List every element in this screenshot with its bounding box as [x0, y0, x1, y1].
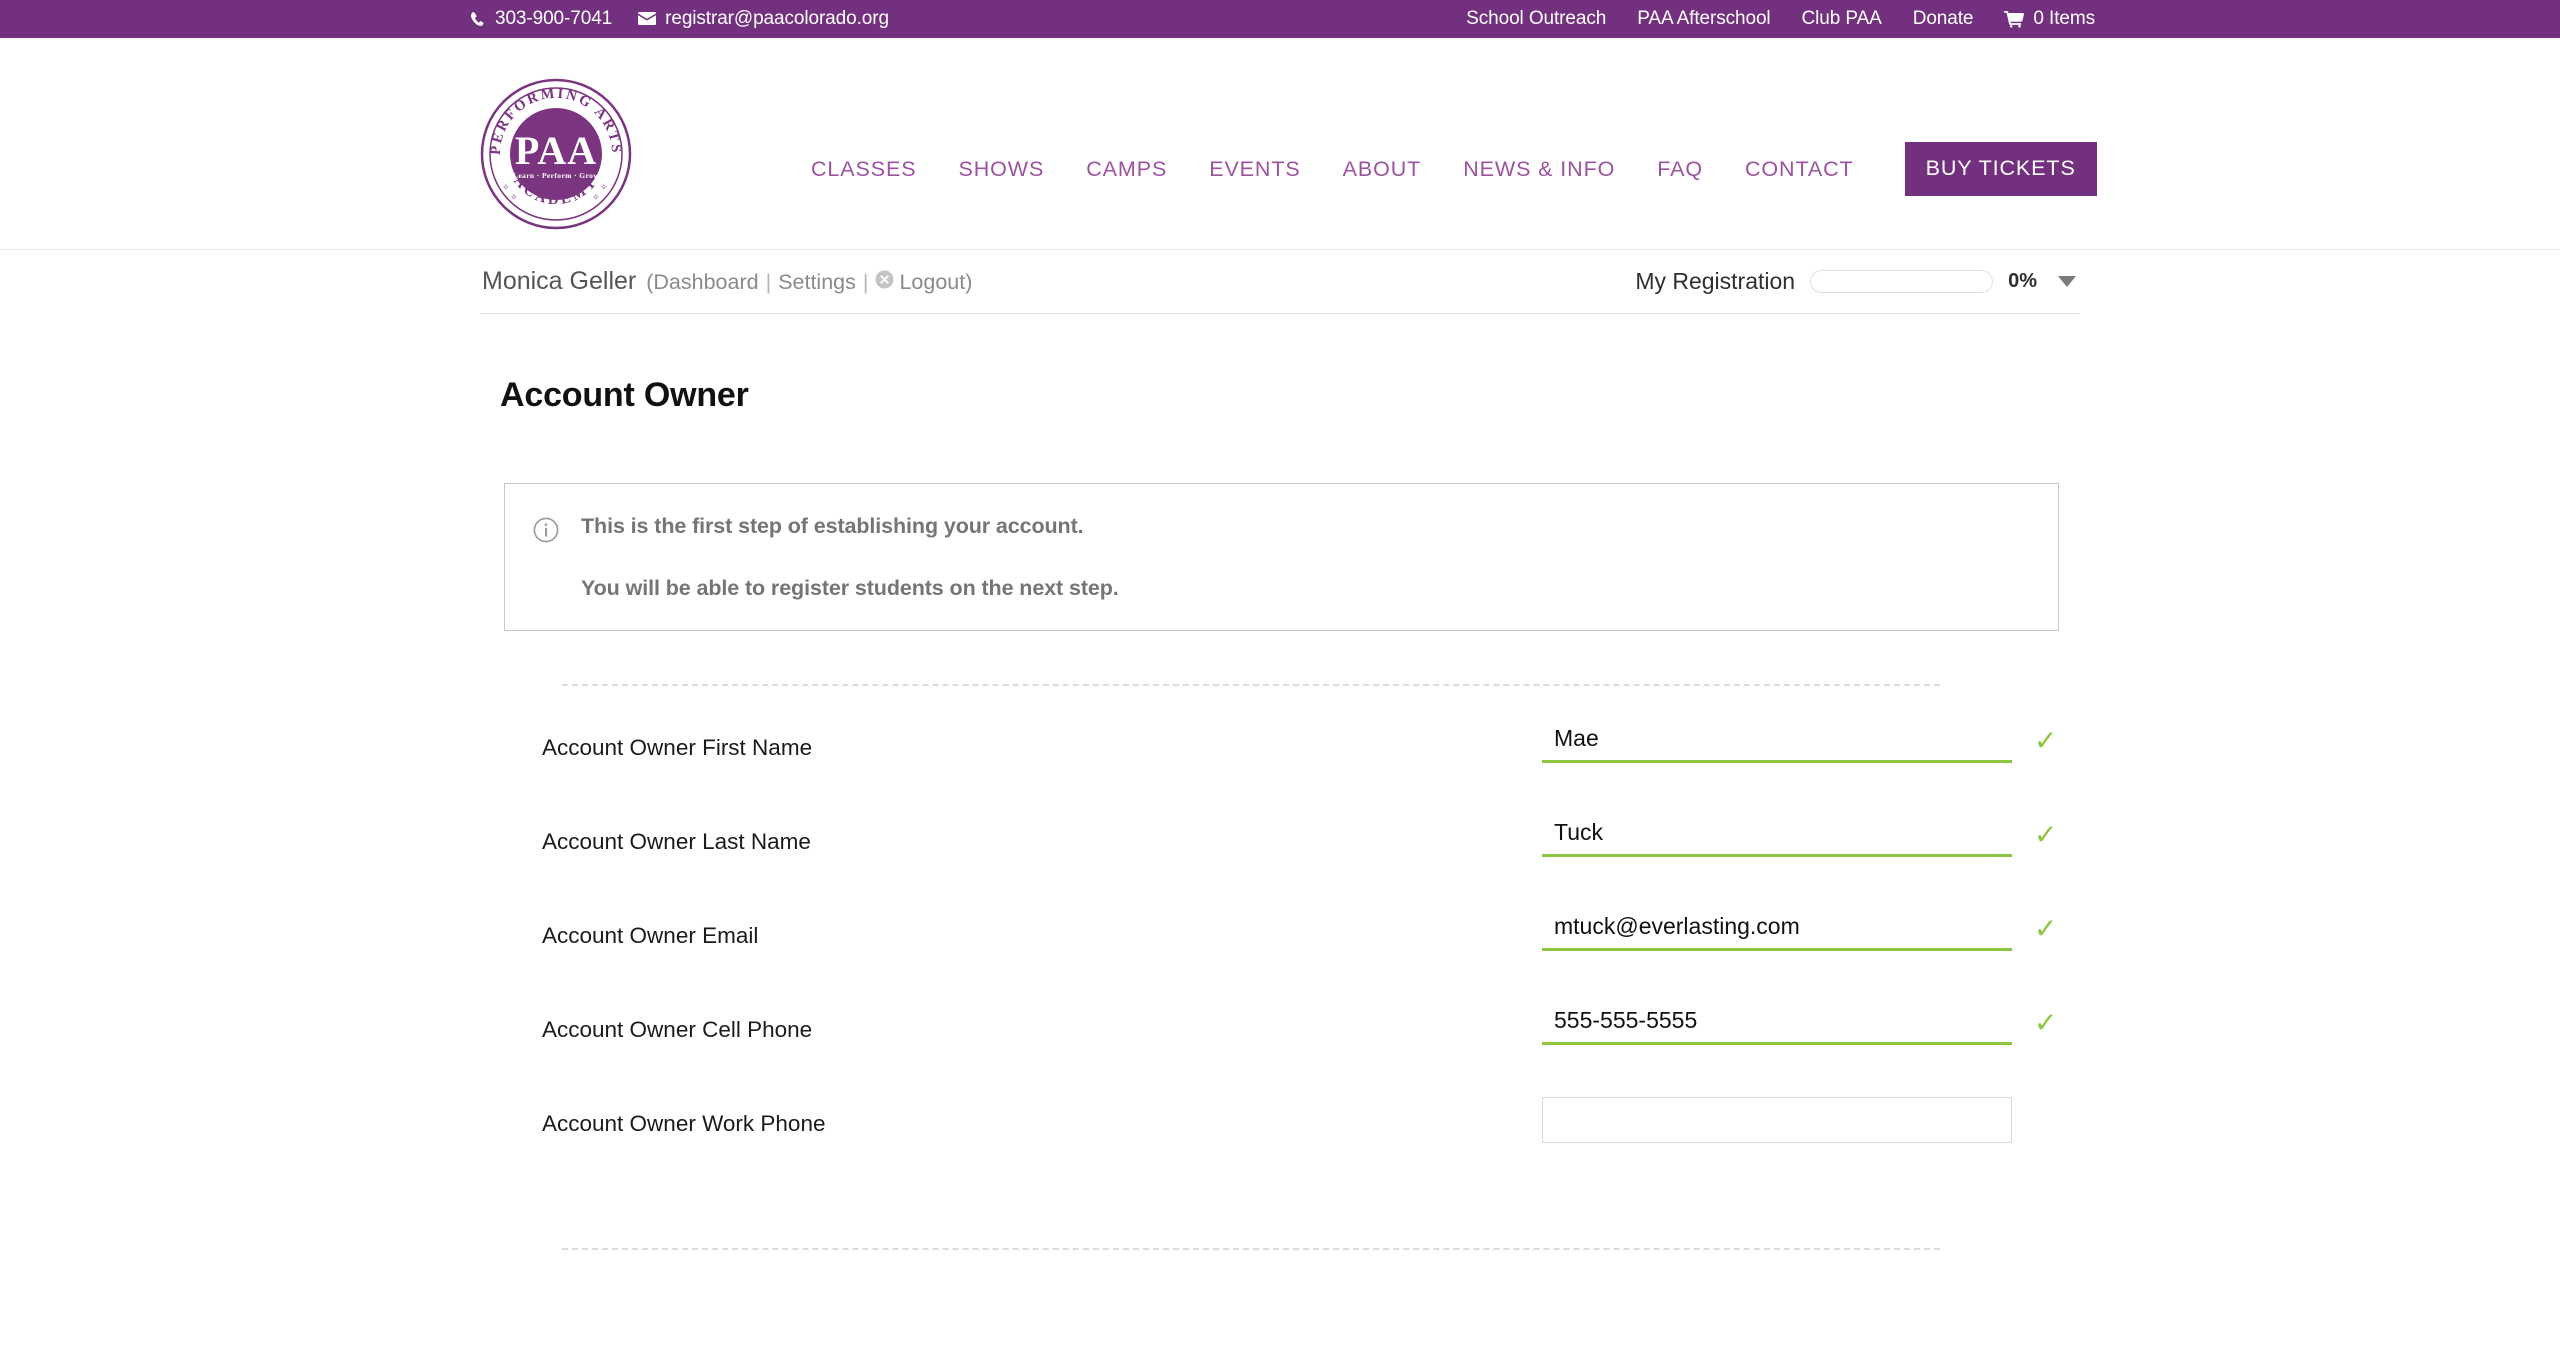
- nav-item-about[interactable]: ABOUT: [1322, 157, 1443, 182]
- user-account-links: (Dashboard | Settings | Logout): [646, 270, 972, 295]
- user-bar: Monica Geller (Dashboard | Settings | Logout…: [480, 250, 2080, 314]
- svg-text:PAA: PAA: [515, 128, 597, 173]
- label-account-owner-email: Account Owner Email: [542, 923, 759, 948]
- user-name: Monica Geller: [482, 267, 637, 295]
- info-message-line-1: This is the first step of establishing y…: [581, 514, 1084, 538]
- phone-number: 303-900-7041: [495, 8, 613, 29]
- buy-tickets-button[interactable]: BUY TICKETS: [1904, 142, 2097, 196]
- close-paren: ): [965, 270, 973, 294]
- user-identity-group: Monica Geller (Dashboard | Settings | Logout…: [482, 267, 972, 296]
- topbar-link-paa-afterschool[interactable]: PAA Afterschool: [1637, 8, 1770, 30]
- svg-text:✧: ✧: [600, 182, 608, 192]
- nav-item-classes[interactable]: CLASSES: [790, 157, 938, 182]
- main-content-container: Account Owner This is the first step of …: [0, 314, 2560, 1250]
- logout-link[interactable]: Logout: [899, 270, 965, 295]
- topbar-link-school-outreach[interactable]: School Outreach: [1466, 8, 1606, 30]
- input-account-owner-email[interactable]: [1542, 909, 2012, 951]
- topbar-links-group: School Outreach PAA Afterschool Club PAA…: [1466, 8, 2095, 30]
- label-account-owner-cell-phone: Account Owner Cell Phone: [542, 1017, 813, 1042]
- page-title: Account Owner: [500, 376, 749, 414]
- svg-text:✧: ✧: [592, 192, 600, 202]
- svg-text:✧: ✧: [510, 192, 518, 202]
- topbar-contact-group: 303-900-7041 registrar@paacolorado.org: [470, 8, 889, 30]
- site-logo[interactable]: PERFORMING ARTS ACADEMY PAA Learn · Perf…: [480, 78, 632, 230]
- nav-item-contact[interactable]: CONTACT: [1724, 157, 1875, 182]
- nav-item-shows[interactable]: SHOWS: [938, 157, 1066, 182]
- main-content: Account Owner This is the first step of …: [480, 314, 2080, 1250]
- control-account-owner-email: ✓: [1542, 909, 2057, 951]
- form-row-email: Account Owner Email ✓: [482, 909, 2080, 1003]
- info-message-lines: This is the first step of establishing y…: [581, 514, 1119, 601]
- control-account-owner-cell-phone: ✓: [1542, 1003, 2057, 1045]
- registration-progress-group: My Registration 0%: [1635, 268, 2076, 295]
- phone-link[interactable]: 303-900-7041: [470, 8, 612, 30]
- info-message-line-2: You will be able to register students on…: [581, 576, 1119, 600]
- nav-item-events[interactable]: EVENTS: [1188, 157, 1321, 182]
- paa-logo-icon: PERFORMING ARTS ACADEMY PAA Learn · Perf…: [480, 78, 632, 230]
- label-account-owner-first-name: Account Owner First Name: [542, 735, 813, 760]
- check-icon: ✓: [2034, 725, 2058, 756]
- label-account-owner-work-phone: Account Owner Work Phone: [542, 1111, 826, 1136]
- input-account-owner-cell-phone[interactable]: [1542, 1003, 2012, 1045]
- user-bar-container: Monica Geller (Dashboard | Settings | Logout…: [0, 250, 2560, 314]
- email-link[interactable]: registrar@paacolorado.org: [638, 8, 889, 30]
- topbar-link-donate[interactable]: Donate: [1913, 8, 1974, 30]
- control-account-owner-work-phone: [1542, 1097, 2012, 1143]
- info-message-box: This is the first step of establishing y…: [504, 483, 2059, 631]
- cart-icon: [2004, 10, 2025, 28]
- topbar-link-label: School Outreach: [1466, 8, 1607, 29]
- chevron-down-icon[interactable]: [2058, 276, 2076, 287]
- section-divider-top: [562, 684, 1940, 686]
- input-account-owner-first-name[interactable]: [1542, 721, 2012, 763]
- nav-item-camps[interactable]: CAMPS: [1065, 157, 1188, 182]
- topbar-link-club-paa[interactable]: Club PAA: [1802, 8, 1882, 30]
- topbar-link-label: PAA Afterschool: [1637, 8, 1771, 29]
- nav-item-faq[interactable]: FAQ: [1636, 157, 1724, 182]
- form-row-last-name: Account Owner Last Name ✓: [482, 815, 2080, 909]
- svg-text:Learn · Perform · Grow: Learn · Perform · Grow: [513, 171, 599, 180]
- check-icon: ✓: [2034, 1007, 2058, 1038]
- input-account-owner-work-phone[interactable]: [1542, 1097, 2012, 1143]
- info-circle-icon: [533, 517, 559, 548]
- phone-icon: [470, 11, 486, 27]
- site-header: PERFORMING ARTS ACADEMY PAA Learn · Perf…: [0, 38, 2560, 250]
- check-icon: ✓: [2034, 819, 2058, 850]
- link-separator: |: [765, 270, 772, 294]
- dashboard-link[interactable]: Dashboard: [653, 270, 758, 295]
- main-navigation: CLASSES SHOWS CAMPS EVENTS ABOUT NEWS & …: [790, 142, 2097, 196]
- top-utility-bar: 303-900-7041 registrar@paacolorado.org S…: [0, 0, 2560, 38]
- logout-circle-icon: [875, 270, 894, 295]
- control-account-owner-last-name: ✓: [1542, 815, 2057, 857]
- topbar-link-label: Club PAA: [1801, 8, 1882, 29]
- form-row-first-name: Account Owner First Name ✓: [482, 721, 2080, 815]
- section-divider-bottom: [562, 1248, 1940, 1250]
- form-row-cell-phone: Account Owner Cell Phone ✓: [482, 1003, 2080, 1097]
- link-separator: |: [862, 270, 869, 294]
- email-address: registrar@paacolorado.org: [665, 8, 889, 29]
- nav-item-news-info[interactable]: NEWS & INFO: [1442, 157, 1636, 182]
- account-owner-form: Account Owner First Name ✓ Account Owner…: [482, 721, 2080, 1191]
- check-icon: ✓: [2034, 913, 2058, 944]
- registration-progress-percent: 0%: [2008, 270, 2037, 292]
- control-account-owner-first-name: ✓: [1542, 721, 2057, 763]
- my-registration-label: My Registration: [1635, 268, 1796, 294]
- form-row-work-phone: Account Owner Work Phone: [482, 1097, 2080, 1191]
- cart-count-label: 0 Items: [2033, 8, 2095, 29]
- open-paren: (: [646, 270, 654, 294]
- input-account-owner-last-name[interactable]: [1542, 815, 2012, 857]
- topbar-link-label: Donate: [1912, 8, 1974, 29]
- settings-link[interactable]: Settings: [778, 270, 856, 295]
- label-account-owner-last-name: Account Owner Last Name: [542, 829, 811, 854]
- registration-progress-bar: [1810, 270, 1994, 293]
- envelope-icon: [638, 12, 657, 26]
- cart-link[interactable]: 0 Items: [2004, 8, 2095, 30]
- svg-text:✧: ✧: [502, 182, 510, 192]
